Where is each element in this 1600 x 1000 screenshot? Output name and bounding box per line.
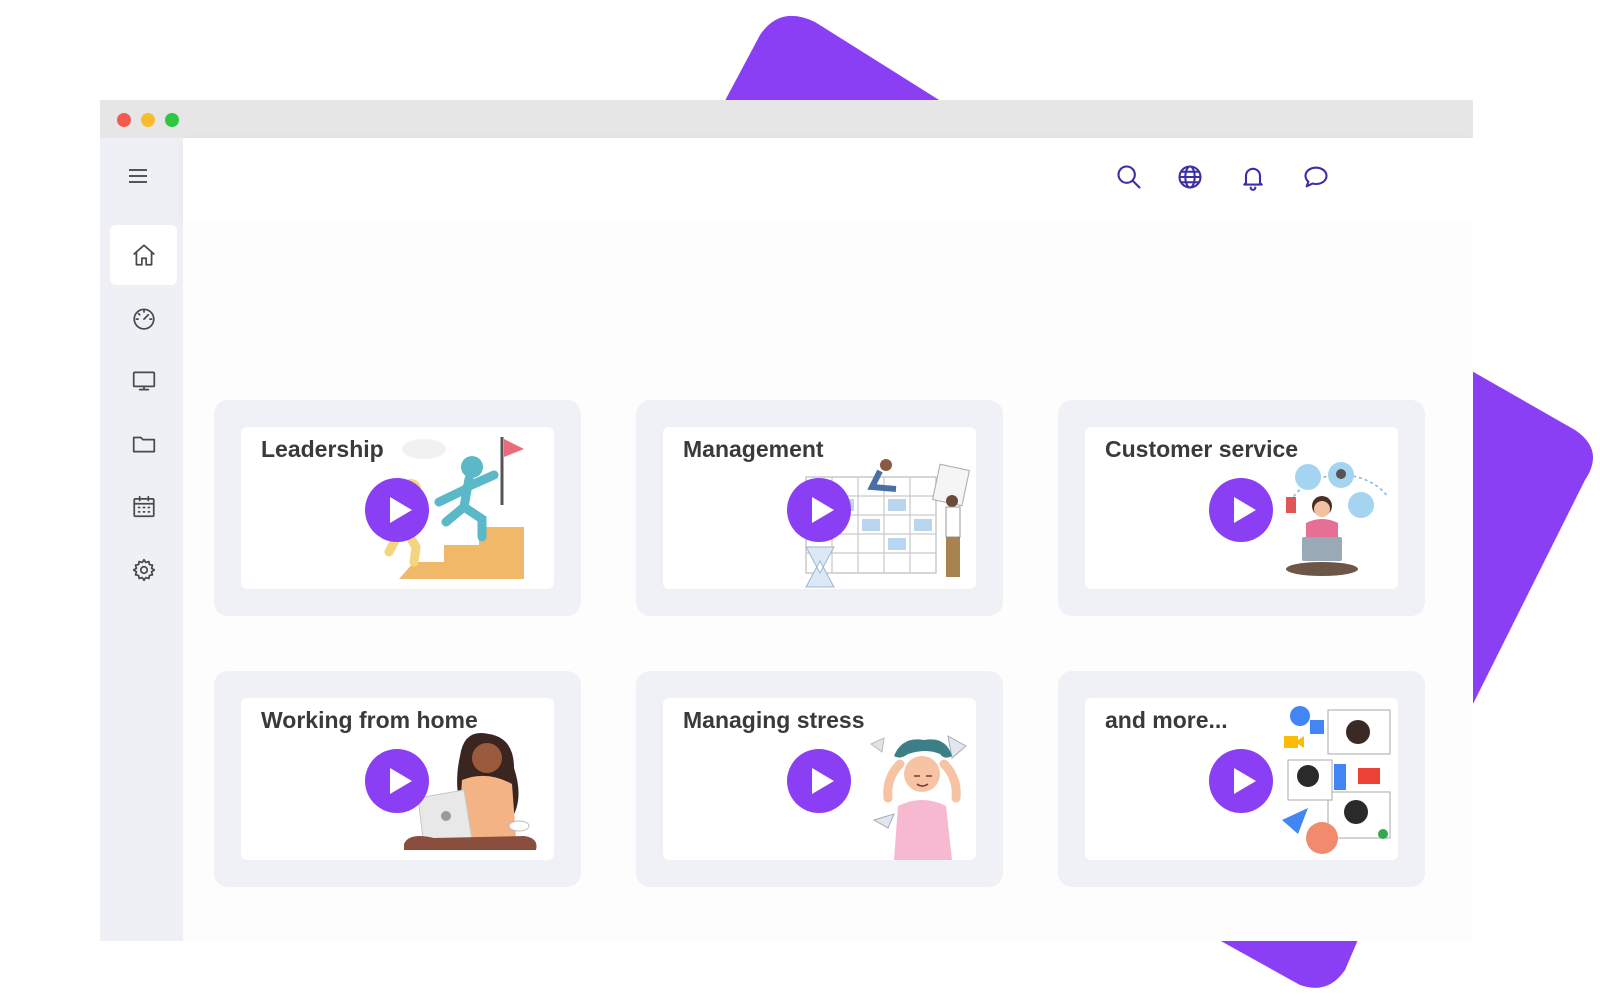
search-button[interactable] xyxy=(1114,162,1144,192)
sidebar-item-files[interactable] xyxy=(110,414,177,474)
play-button[interactable] xyxy=(787,749,851,813)
decorative-shape-bottom xyxy=(1210,935,1360,988)
monitor-icon xyxy=(132,371,155,391)
course-title: Working from home xyxy=(261,707,478,733)
search-icon xyxy=(1117,165,1141,189)
course-card[interactable]: Working from home xyxy=(214,671,581,887)
speedometer-icon xyxy=(132,308,155,330)
minimize-window-button[interactable] xyxy=(141,113,155,127)
play-button[interactable] xyxy=(1209,749,1273,813)
course-title: Management xyxy=(683,436,824,462)
globe-icon xyxy=(1178,165,1202,189)
maximize-window-button[interactable] xyxy=(165,113,179,127)
course-title: Customer service xyxy=(1105,436,1299,462)
sidebar-item-settings[interactable] xyxy=(110,540,177,600)
sidebar-item-home[interactable] xyxy=(110,225,177,285)
course-card[interactable]: Management xyxy=(636,400,1003,616)
play-button[interactable] xyxy=(365,749,429,813)
messages-button[interactable] xyxy=(1301,162,1331,192)
course-card[interactable]: Customer service xyxy=(1058,400,1425,616)
calendar-icon xyxy=(132,495,155,518)
course-title: and more... xyxy=(1105,707,1228,733)
course-card-inner: and more... xyxy=(1085,698,1398,860)
bell-icon xyxy=(1243,167,1263,191)
course-card-inner: Management xyxy=(663,427,976,589)
play-button[interactable] xyxy=(787,478,851,542)
course-card-inner: Managing stress xyxy=(663,698,976,860)
play-button[interactable] xyxy=(365,478,429,542)
window-titlebar xyxy=(100,100,1473,138)
decorative-shape-top xyxy=(720,15,955,110)
sidebar xyxy=(100,138,183,941)
sidebar-item-calendar[interactable] xyxy=(110,477,177,537)
play-button[interactable] xyxy=(1209,478,1273,542)
course-card[interactable]: Leadership xyxy=(214,400,581,616)
folder-icon xyxy=(132,436,155,453)
decorative-shape-right xyxy=(1470,370,1593,710)
course-title: Leadership xyxy=(261,436,384,462)
course-card-inner: Customer service xyxy=(1085,427,1398,589)
notifications-button[interactable] xyxy=(1238,162,1268,192)
course-card[interactable]: Managing stress xyxy=(636,671,1003,887)
course-card[interactable]: and more... xyxy=(1058,671,1425,887)
chat-icon xyxy=(1304,166,1328,188)
main-content: Leadership Management Customer service W… xyxy=(183,220,1473,941)
language-button[interactable] xyxy=(1175,162,1205,192)
course-title: Managing stress xyxy=(683,707,865,733)
close-window-button[interactable] xyxy=(117,113,131,127)
top-bar xyxy=(183,138,1473,220)
gear-icon xyxy=(132,558,155,582)
sidebar-item-monitor[interactable] xyxy=(110,351,177,411)
sidebar-item-dashboard[interactable] xyxy=(110,288,177,348)
hamburger-icon[interactable] xyxy=(127,165,149,187)
app-window: Leadership Management Customer service W… xyxy=(100,100,1473,941)
home-icon xyxy=(132,244,155,266)
course-card-inner: Leadership xyxy=(241,427,554,589)
course-card-inner: Working from home xyxy=(241,698,554,860)
